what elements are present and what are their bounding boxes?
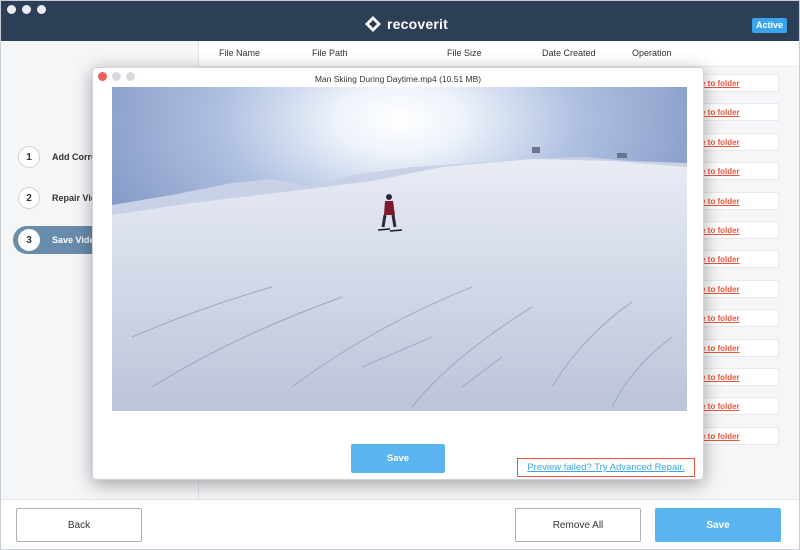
save-to-folder-cell: e to folder	[701, 162, 779, 181]
close-window-icon[interactable]	[7, 5, 16, 14]
column-date-created[interactable]: Date Created	[542, 48, 596, 58]
save-to-folder-cell: e to folder	[701, 279, 779, 298]
save-to-folder-link[interactable]: e to folder	[701, 108, 740, 117]
maximize-window-icon[interactable]	[37, 5, 46, 14]
skier-scene-image	[112, 87, 687, 411]
save-to-folder-link[interactable]: e to folder	[701, 255, 740, 264]
back-button[interactable]: Back	[16, 508, 142, 542]
step-number: 3	[18, 229, 40, 251]
save-button[interactable]: Save	[655, 508, 781, 542]
bottom-bar: Back Remove All Save	[1, 499, 799, 549]
advanced-repair-box: Preview failed? Try Advanced Repair.	[517, 458, 695, 477]
save-to-folder-cell: e to folder	[701, 426, 779, 445]
minimize-window-icon[interactable]	[22, 5, 31, 14]
dialog-title: Man Skiing During Daytime.mp4 (10.51 MB)	[314, 74, 482, 84]
save-to-folder-cell: e to folder	[701, 132, 779, 151]
column-operation: Operation	[632, 48, 672, 58]
save-to-folder-link[interactable]: e to folder	[701, 226, 740, 235]
dialog-title-bar: Man Skiing During Daytime.mp4 (10.51 MB)	[93, 68, 703, 88]
save-to-folder-cell: e to folder	[701, 74, 779, 92]
step-label: Save Vide	[52, 235, 95, 245]
save-to-folder-link[interactable]: e to folder	[701, 402, 740, 411]
save-to-folder-cell: e to folder	[701, 103, 779, 122]
save-to-folder-link[interactable]: e to folder	[701, 344, 740, 353]
save-to-folder-link[interactable]: e to folder	[701, 373, 740, 382]
save-to-folder-cell: e to folder	[701, 250, 779, 269]
save-to-folder-link[interactable]: e to folder	[701, 167, 740, 176]
video-preview[interactable]	[112, 87, 687, 411]
save-to-folder-link[interactable]: e to folder	[701, 432, 740, 441]
step-label: Add Corru	[52, 152, 97, 162]
preview-dialog: Man Skiing During Daytime.mp4 (10.51 MB)	[92, 67, 704, 480]
step-label: Repair Vid	[52, 193, 97, 203]
column-file-size[interactable]: File Size	[447, 48, 482, 58]
status-badge: Active	[751, 18, 787, 33]
remove-all-button[interactable]: Remove All	[515, 508, 641, 542]
advanced-repair-link[interactable]: Preview failed? Try Advanced Repair.	[527, 462, 684, 473]
save-to-folder-cell: e to folder	[701, 221, 779, 239]
logo-text: recoverit	[387, 16, 448, 32]
column-file-name[interactable]: File Name	[219, 48, 260, 58]
save-to-folder-link[interactable]: e to folder	[701, 314, 740, 323]
save-to-folder-cell: e to folder	[701, 397, 779, 416]
step-number: 1	[18, 146, 40, 168]
save-to-folder-cell: e to folder	[701, 368, 779, 386]
app-logo: recoverit	[365, 14, 448, 34]
recoverit-logo-icon	[365, 16, 381, 32]
save-to-folder-cell: e to folder	[701, 309, 779, 328]
recoverit-window: recoverit Active 1 Add Corru 2 Repair Vi…	[0, 0, 800, 550]
save-to-folder-link[interactable]: e to folder	[701, 285, 740, 294]
save-to-folder-link[interactable]: e to folder	[701, 197, 740, 206]
file-table-header: File Name File Path File Size Date Creat…	[199, 41, 799, 67]
save-to-folder-cell: e to folder	[701, 338, 779, 357]
save-to-folder-link[interactable]: e to folder	[701, 138, 740, 147]
step-number: 2	[18, 187, 40, 209]
title-bar: recoverit Active	[1, 1, 799, 41]
column-file-path[interactable]: File Path	[312, 48, 348, 58]
save-to-folder-link[interactable]: e to folder	[701, 79, 740, 88]
dialog-save-button[interactable]: Save	[351, 444, 445, 473]
save-to-folder-cell: e to folder	[701, 191, 779, 210]
